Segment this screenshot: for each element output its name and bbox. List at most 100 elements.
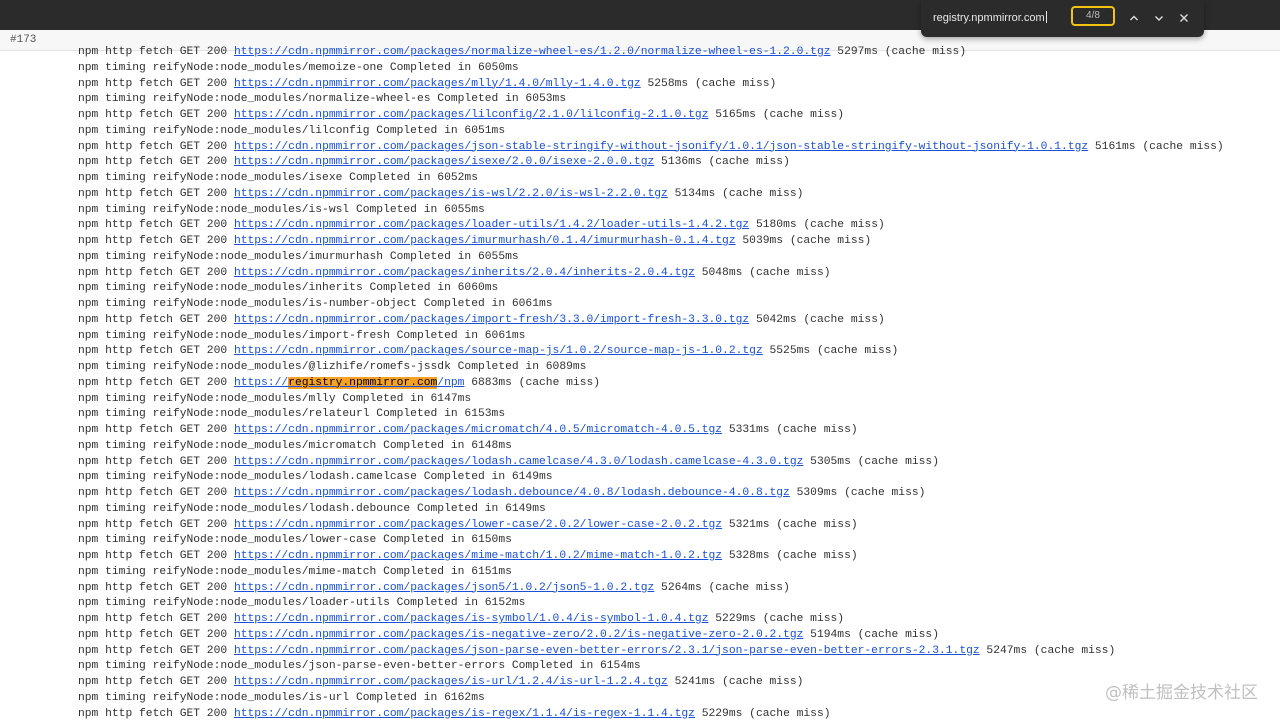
build-log: npm http fetch GET 200 https://cdn.npmmi… <box>78 45 1278 721</box>
log-link[interactable]: https://cdn.npmmirror.com/packages/is-re… <box>234 708 695 720</box>
log-line-prefix: npm http fetch GET 200 <box>78 707 234 720</box>
log-line-prefix: npm http fetch GET 200 <box>78 424 234 436</box>
log-line-suffix: 5321ms (cache miss) <box>722 518 858 531</box>
log-line: npm timing reifyNode:node_modules/microm… <box>78 439 512 452</box>
log-line-prefix: npm http fetch GET 200 <box>78 550 234 562</box>
log-line: npm http fetch GET 200 https://cdn.npmmi… <box>78 218 1278 234</box>
log-line-prefix: npm http fetch GET 200 <box>78 676 234 688</box>
chevron-up-icon <box>1130 15 1138 21</box>
log-line-suffix: 5264ms (cache miss) <box>654 581 790 594</box>
log-line-suffix: 5309ms (cache miss) <box>789 487 926 499</box>
log-line: npm timing reifyNode:node_modules/is-wsl… <box>78 203 485 216</box>
log-link[interactable]: https://cdn.npmmirror.com/packages/norma… <box>234 46 831 58</box>
log-line: npm http fetch GET 200 https://cdn.npmmi… <box>78 644 1278 660</box>
log-link[interactable]: https://registry.npmmirror.com/npm <box>233 376 465 389</box>
log-link[interactable]: https://cdn.npmmirror.com/packages/lodas… <box>234 456 803 468</box>
find-previous-button[interactable] <box>1124 8 1144 28</box>
watermark: @稀土掘金技术社区 <box>1105 683 1258 703</box>
log-line-suffix: 5305ms (cache miss) <box>803 455 939 468</box>
log-line: npm http fetch GET 200 https://cdn.npmmi… <box>78 266 1278 282</box>
log-line: npm timing reifyNode:node_modules/json-p… <box>78 660 641 673</box>
log-line: npm http fetch GET 200 https://cdn.npmmi… <box>78 455 1278 471</box>
log-line: npm http fetch GET 200 https://cdn.npmmi… <box>78 486 1278 502</box>
log-line: npm http fetch GET 200 https://cdn.npmmi… <box>78 155 1278 171</box>
log-line: npm timing reifyNode:node_modules/isexe … <box>78 172 478 184</box>
log-line-prefix: npm http fetch GET 200 <box>78 156 234 169</box>
log-line: npm http fetch GET 200 https://cdn.npmmi… <box>78 45 1278 61</box>
find-match-count: 4/8 <box>1071 6 1115 26</box>
log-line-suffix: 5328ms (cache miss) <box>722 550 858 562</box>
log-link[interactable]: https://cdn.npmmirror.com/packages/lodas… <box>234 487 790 499</box>
close-icon <box>1180 14 1188 22</box>
log-line: npm http fetch GET 200 https://cdn.npmmi… <box>78 187 1278 203</box>
log-link[interactable]: https://cdn.npmmirror.com/packages/loade… <box>234 219 749 231</box>
log-line: npm timing reifyNode:node_modules/inheri… <box>78 282 499 295</box>
log-line-suffix: 5134ms (cache miss) <box>667 187 804 200</box>
find-input[interactable]: registry.npmmirror.com <box>933 11 1047 24</box>
log-line: npm http fetch GET 200 https://cdn.npmmi… <box>78 628 1278 644</box>
log-line-prefix: npm http fetch GET 200 <box>78 518 234 531</box>
log-line: npm http fetch GET 200 https://cdn.npmmi… <box>78 423 1278 439</box>
log-line: npm http fetch GET 200 https://cdn.npmmi… <box>78 344 1278 360</box>
log-line-suffix: 5039ms (cache miss) <box>735 235 872 247</box>
log-line: npm timing reifyNode:node_modules/normal… <box>78 93 567 106</box>
log-line: npm timing reifyNode:node_modules/imurmu… <box>78 250 519 263</box>
log-line: npm http fetch GET 200 https://cdn.npmmi… <box>78 108 1278 124</box>
find-close-button[interactable] <box>1174 8 1194 28</box>
log-line: npm timing reifyNode:node_modules/mlly C… <box>78 392 472 405</box>
log-line-suffix: 5331ms (cache miss) <box>722 424 858 436</box>
log-link[interactable]: https://cdn.npmmirror.com/packages/is-ws… <box>234 188 668 200</box>
log-link[interactable]: https://cdn.npmmirror.com/packages/inher… <box>234 267 695 279</box>
log-line-prefix: npm http fetch GET 200 <box>78 266 234 279</box>
log-line: npm timing reifyNode:node_modules/@lizhi… <box>78 361 587 373</box>
build-id: #173 <box>10 34 37 46</box>
log-link[interactable]: https://cdn.npmmirror.com/packages/sourc… <box>234 345 763 357</box>
log-line-suffix: 5247ms (cache miss) <box>979 644 1116 657</box>
log-link[interactable]: https://cdn.npmmirror.com/packages/json-… <box>234 645 980 657</box>
log-line-suffix: 5229ms (cache miss) <box>708 613 845 625</box>
log-link[interactable]: https://cdn.npmmirror.com/packages/lower… <box>234 519 722 531</box>
log-link[interactable]: https://cdn.npmmirror.com/packages/json5… <box>234 582 654 594</box>
log-line-prefix: npm http fetch GET 200 <box>78 109 234 121</box>
log-line-prefix: npm http fetch GET 200 <box>78 345 234 358</box>
log-line: npm timing reifyNode:node_modules/lilcon… <box>78 124 506 137</box>
log-line-prefix: npm http fetch GET 200 <box>78 187 234 200</box>
log-link[interactable]: https://cdn.npmmirror.com/packages/lilco… <box>234 109 709 121</box>
log-line: npm http fetch GET 200 https://cdn.npmmi… <box>78 707 1278 721</box>
log-line: npm timing reifyNode:node_modules/mime-m… <box>78 565 512 578</box>
log-link[interactable]: https://cdn.npmmirror.com/packages/json-… <box>234 141 1088 153</box>
log-line-suffix: 5165ms (cache miss) <box>708 109 845 121</box>
log-line-prefix: npm http fetch GET 200 <box>78 77 234 90</box>
log-line-prefix: npm http fetch GET 200 <box>78 46 234 58</box>
log-line: npm timing reifyNode:node_modules/relate… <box>78 408 506 421</box>
log-line: npm http fetch GET 200 https://cdn.npmmi… <box>78 140 1278 156</box>
log-link[interactable]: https://cdn.npmmirror.com/packages/impor… <box>234 314 749 326</box>
log-link[interactable]: https://cdn.npmmirror.com/packages/is-sy… <box>234 613 709 625</box>
log-link[interactable]: https://cdn.npmmirror.com/packages/is-ur… <box>234 676 668 688</box>
find-next-button[interactable] <box>1149 8 1169 28</box>
log-link[interactable]: https://cdn.npmmirror.com/packages/is-ne… <box>234 629 803 641</box>
log-line-prefix: npm http fetch GET 200 <box>78 376 234 389</box>
log-line: npm timing reifyNode:node_modules/import… <box>78 329 526 342</box>
log-line: npm http fetch GET 200 https://cdn.npmmi… <box>78 77 1278 93</box>
log-link[interactable]: https://cdn.npmmirror.com/packages/imurm… <box>234 235 736 247</box>
log-line-suffix: 5525ms (cache miss) <box>762 345 899 358</box>
find-query: registry.npmmirror.com <box>933 12 1045 24</box>
log-line-suffix: 5161ms (cache miss) <box>1088 140 1224 153</box>
log-line: npm http fetch GET 200 https://cdn.npmmi… <box>78 675 1278 691</box>
log-line-prefix: npm http fetch GET 200 <box>78 644 234 657</box>
log-line-suffix: 5042ms (cache miss) <box>749 313 885 326</box>
log-line-suffix: 6883ms (cache miss) <box>464 376 601 389</box>
log-link[interactable]: https://cdn.npmmirror.com/packages/micro… <box>234 424 722 436</box>
log-link[interactable]: https://cdn.npmmirror.com/packages/mlly/… <box>234 78 641 90</box>
log-line-prefix: npm http fetch GET 200 <box>78 487 234 499</box>
log-line-prefix: npm http fetch GET 200 <box>78 235 234 247</box>
log-line: npm timing reifyNode:node_modules/lodash… <box>78 471 553 484</box>
log-line-suffix: 5136ms (cache miss) <box>654 156 790 169</box>
log-link-part: /npm <box>437 376 465 389</box>
log-link[interactable]: https://cdn.npmmirror.com/packages/mime-… <box>234 550 722 562</box>
log-link[interactable]: https://cdn.npmmirror.com/packages/isexe… <box>234 156 654 168</box>
log-line: npm timing reifyNode:node_modules/lower-… <box>78 534 512 547</box>
log-link-part: https:// <box>233 376 289 389</box>
log-line: npm timing reifyNode:node_modules/lodash… <box>78 502 546 515</box>
